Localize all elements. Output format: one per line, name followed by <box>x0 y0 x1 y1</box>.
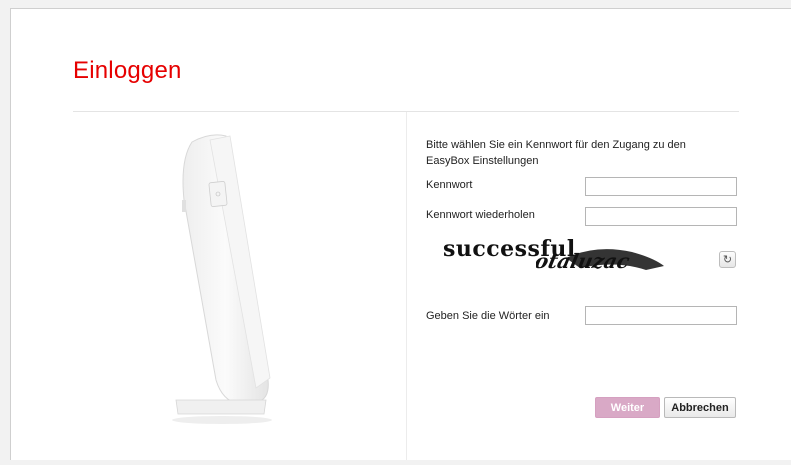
captcha-input-label: Geben Sie die Wörter ein <box>426 310 550 322</box>
password-label: Kennwort <box>426 179 473 191</box>
easybox-device-image <box>172 134 272 424</box>
intro-text: Bitte wählen Sie ein Kennwort für den Zu… <box>426 139 686 167</box>
cancel-button[interactable]: Abbrechen <box>664 397 736 418</box>
password-repeat-label: Kennwort wiederholen <box>426 209 535 221</box>
next-button[interactable]: Weiter <box>595 397 660 418</box>
refresh-captcha-button[interactable]: ↻ <box>719 251 736 268</box>
captcha-input[interactable] <box>585 306 737 325</box>
refresh-icon: ↻ <box>722 254 733 266</box>
password-input[interactable] <box>585 177 737 196</box>
password-repeat-input[interactable] <box>585 207 737 226</box>
captcha-word-2-image: otaluzac <box>536 249 664 273</box>
page-title: Einloggen <box>73 57 182 84</box>
column-divider <box>406 112 407 460</box>
captcha-word-2: otaluzac <box>536 249 632 273</box>
